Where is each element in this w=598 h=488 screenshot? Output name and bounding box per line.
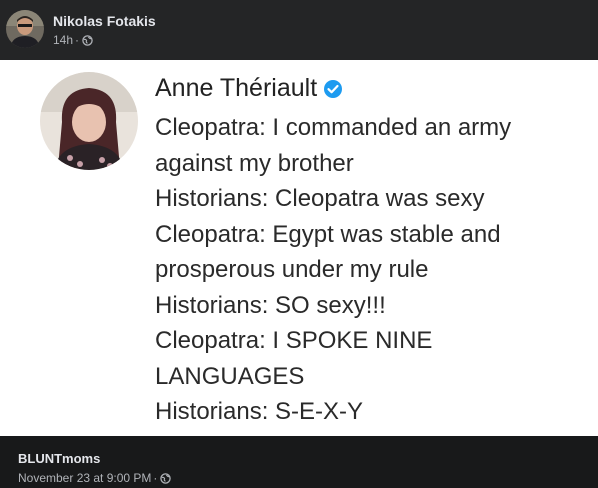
globe-icon[interactable] xyxy=(160,472,172,484)
shared-post-meta: November 23 at 9:00 PM · xyxy=(18,471,172,485)
tweet-text: Cleopatra: I commanded an army against m… xyxy=(155,110,595,430)
tweet-line: Cleopatra: I SPOKE NINE xyxy=(155,327,433,354)
tweet-line: Historians: SO sexy!!! xyxy=(155,291,386,319)
meta-separator: · xyxy=(75,33,80,47)
tweet-line: Historians: S-E-X-Y xyxy=(155,398,364,425)
author-avatar-image xyxy=(6,10,44,48)
verified-badge-icon xyxy=(324,79,343,98)
post-time[interactable]: 14h xyxy=(53,33,73,47)
tweet-line: against my brother xyxy=(155,149,354,177)
tweet-line: LANGUAGES xyxy=(155,362,305,390)
shared-post-date[interactable]: November 23 at 9:00 PM xyxy=(18,471,151,485)
tweet-line: prosperous under my rule xyxy=(155,256,429,283)
tweet-profile-picture xyxy=(40,72,138,170)
tweet-account-name-text: Anne Thériault xyxy=(155,74,318,102)
shared-page-name[interactable]: BLUNTmoms xyxy=(18,451,100,466)
tweet-account-name: Anne Thériault xyxy=(155,74,343,103)
post-header: Nikolas Fotakis 14h · xyxy=(0,0,598,60)
tweet-line: Cleopatra: I commanded an army xyxy=(155,114,512,141)
meta-separator: · xyxy=(153,471,158,485)
globe-icon[interactable] xyxy=(82,34,93,46)
post-meta: 14h · xyxy=(53,33,93,47)
author-avatar[interactable] xyxy=(6,10,44,48)
shared-post-attribution: BLUNTmoms November 23 at 9:00 PM · xyxy=(0,436,598,488)
shared-tweet-image[interactable]: Anne Thériault Cleopatra: I commanded an… xyxy=(0,60,598,436)
post-author-name[interactable]: Nikolas Fotakis xyxy=(53,13,156,29)
tweet-line: Historians: Cleopatra was sexy xyxy=(155,185,485,212)
tweet-line: Cleopatra: Egypt was stable and xyxy=(155,220,501,248)
